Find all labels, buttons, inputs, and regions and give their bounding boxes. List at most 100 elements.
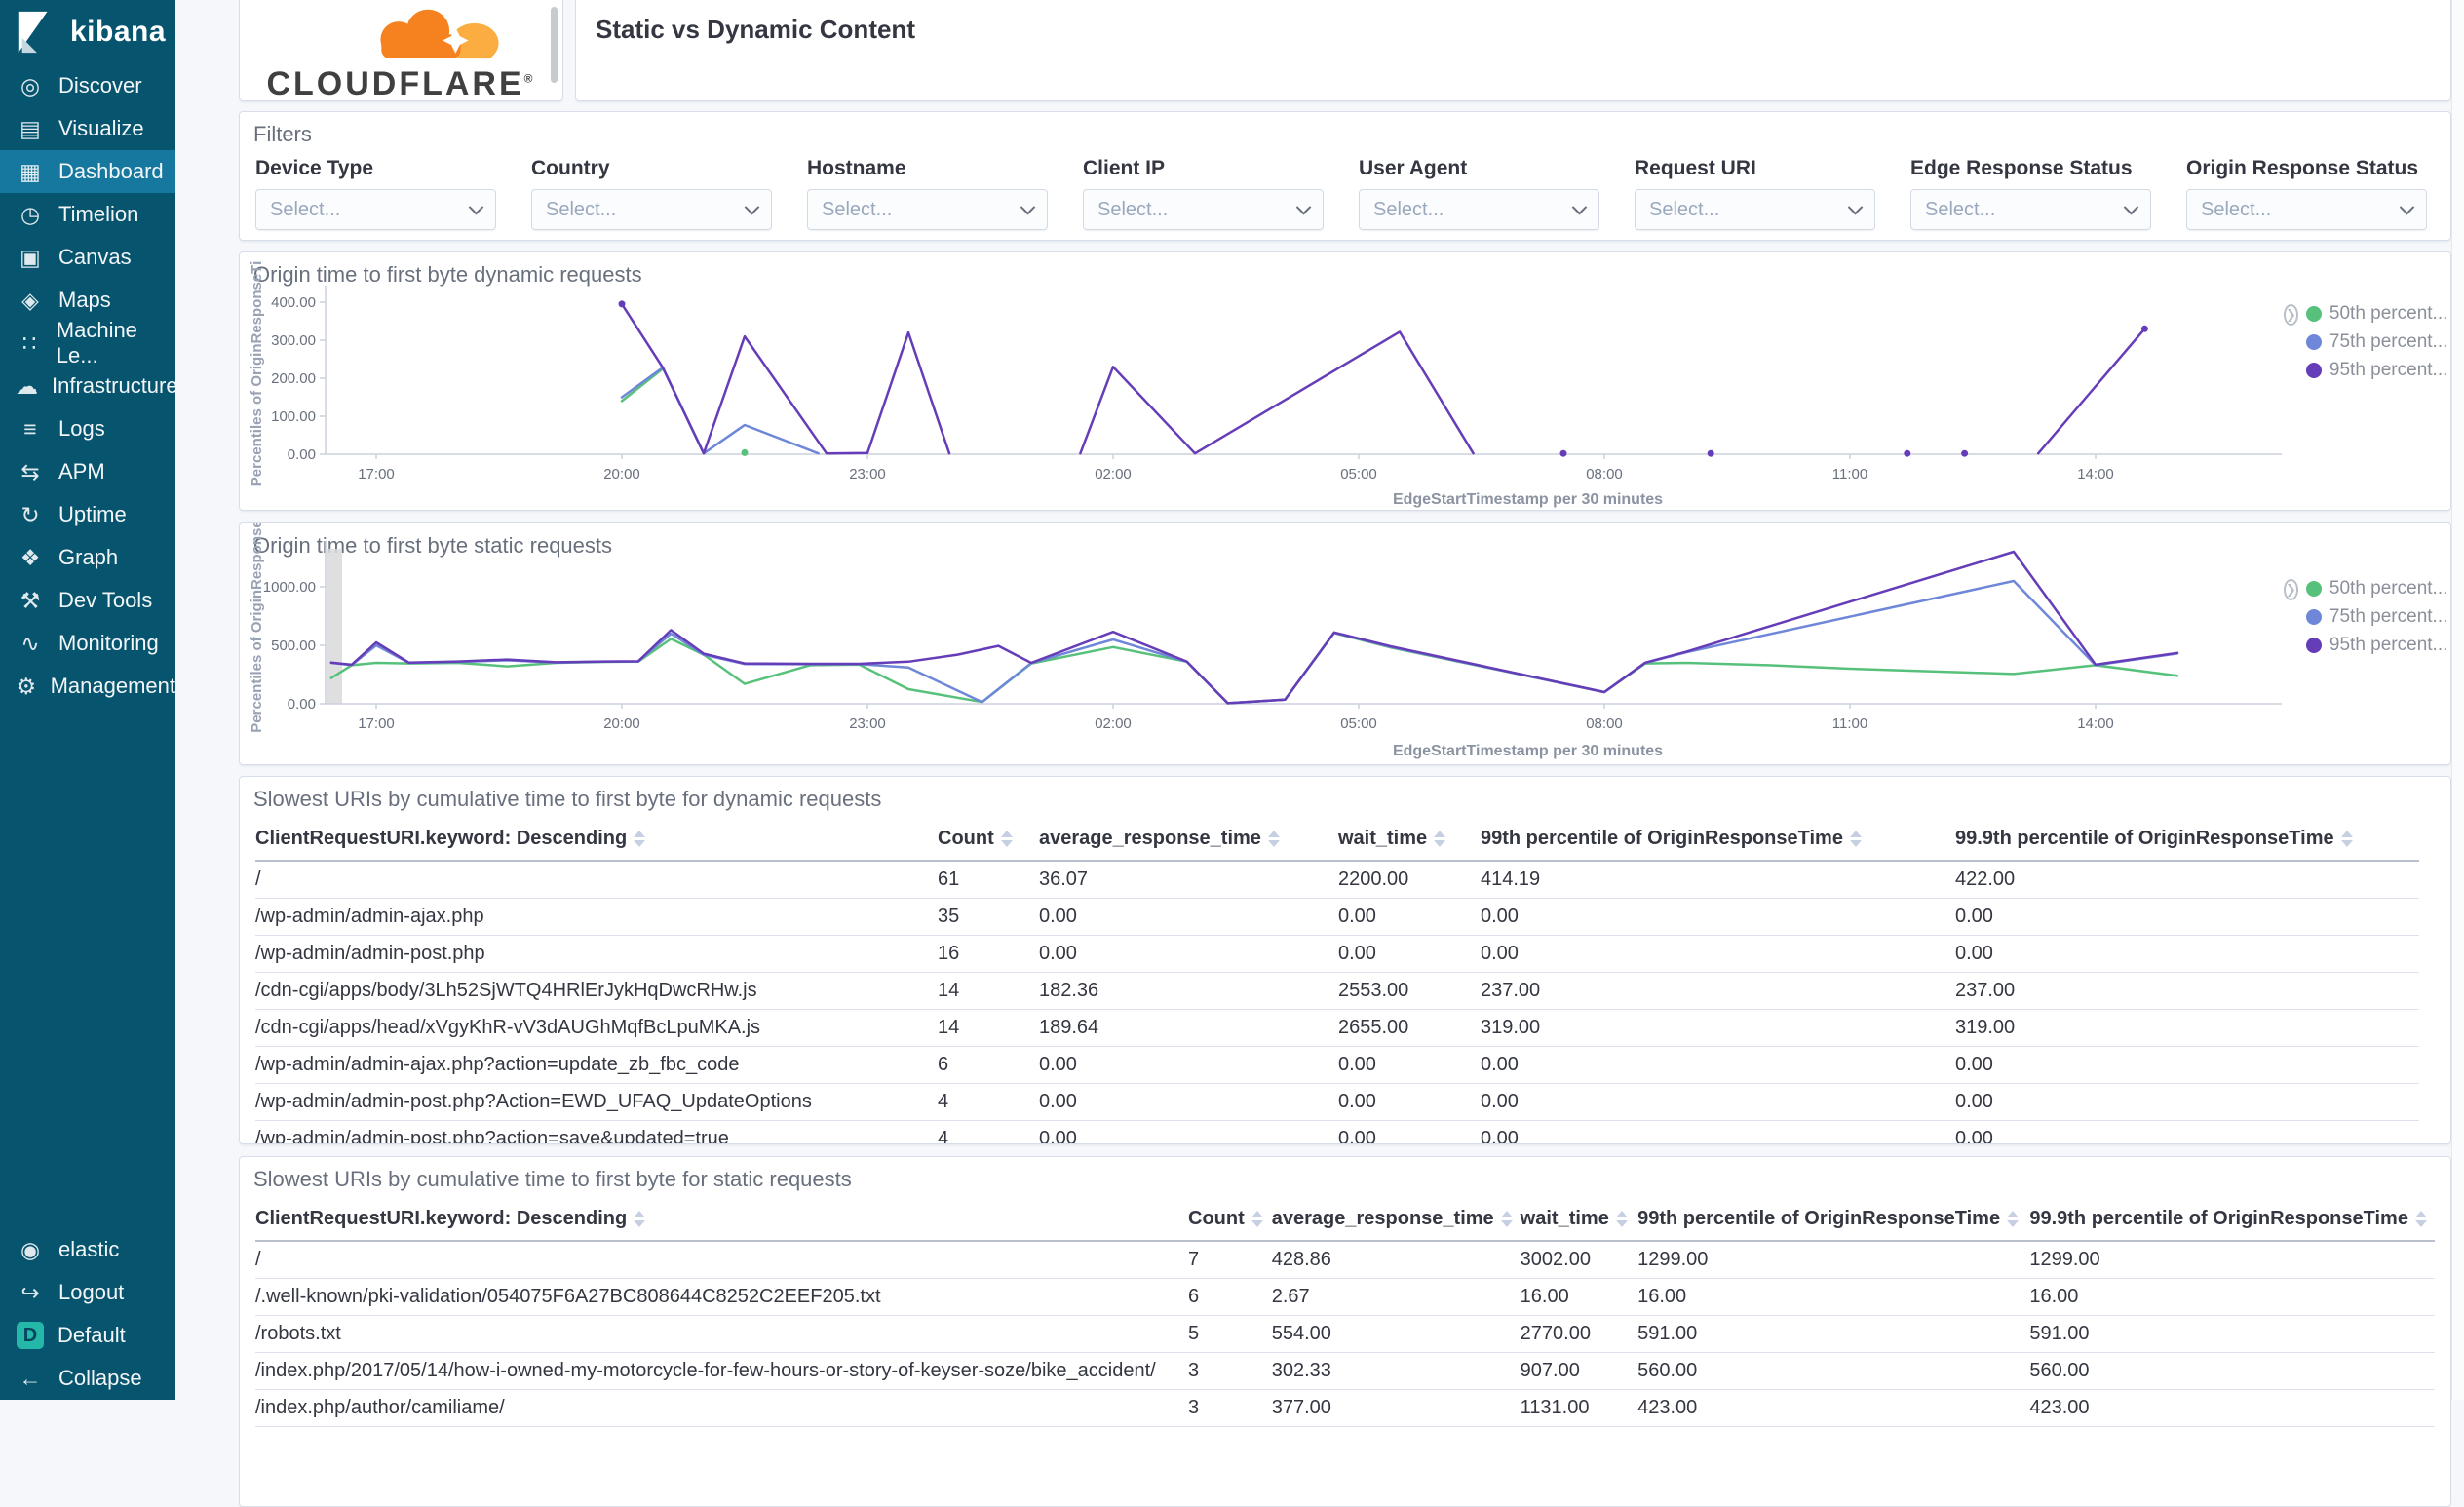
- sidebar-item-label: Collapse: [58, 1366, 142, 1390]
- value-cell: 319.00: [1955, 1009, 2419, 1047]
- legend-item[interactable]: 75th percent...: [2305, 606, 2448, 628]
- uri-cell: /cdn-cgi/apps/head/xVgyKhR-vV3dAUGhMqfBc…: [255, 1009, 938, 1047]
- legend-items: 50th percent... 75th percent... 95th perce…: [2305, 303, 2447, 388]
- svg-text:05:00: 05:00: [1340, 466, 1377, 483]
- column-header-sortable[interactable]: average_response_time: [1039, 818, 1338, 862]
- sidebar: kibana ◎ Discover ▤ Visualize ▦ Dashboard ◷ Tim…: [0, 0, 178, 1400]
- legend-item[interactable]: 95th percent...: [2305, 635, 2447, 656]
- sort-icon: [1000, 831, 1013, 848]
- sidebar-item-label: Uptime: [58, 502, 127, 526]
- table-row: /index.php/2017/05/14/how-i-owned-my-mot…: [255, 1352, 2435, 1390]
- svg-text:500.00: 500.00: [271, 638, 316, 654]
- svg-text:200.00: 200.00: [271, 370, 316, 387]
- value-cell: 4: [938, 1083, 1039, 1121]
- chart-legend: ❯ 50th percent... 75th percent... 95th perc…: [2284, 303, 2447, 388]
- column-header-sortable[interactable]: 99th percentile of OriginResponseTime: [1637, 1198, 2030, 1242]
- column-header-sortable[interactable]: Count: [1188, 1198, 1272, 1242]
- legend-item[interactable]: 95th percent...: [2305, 360, 2447, 381]
- column-header-sortable[interactable]: Count: [938, 818, 1039, 862]
- uri-cell: /.well-known/pki-validation/054075F6A27B…: [255, 1278, 1188, 1316]
- filter-select[interactable]: Select...: [807, 189, 1048, 230]
- value-cell: 422.00: [1955, 861, 2419, 899]
- legend-item[interactable]: 50th percent...: [2305, 303, 2447, 325]
- sidebar-item-apm[interactable]: ⇆ APM: [0, 450, 175, 493]
- sidebar-footer-logout[interactable]: ↪ Logout: [0, 1271, 175, 1314]
- sidebar-item-dashboard[interactable]: ▦ Dashboard: [0, 150, 175, 193]
- value-cell: 0.00: [1481, 1046, 1955, 1084]
- value-cell: 16: [938, 935, 1039, 973]
- column-header-label: 99th percentile of OriginResponseTime: [1481, 828, 1843, 849]
- value-cell: 560.00: [1637, 1352, 2030, 1390]
- legend-label: 75th percent...: [2329, 606, 2448, 627]
- value-cell: 0.00: [1039, 1083, 1338, 1121]
- filter-select[interactable]: Select...: [1910, 189, 2151, 230]
- value-cell: 1131.00: [1520, 1389, 1638, 1427]
- sidebar-item-canvas[interactable]: ▣ Canvas: [0, 236, 175, 279]
- value-cell: 2655.00: [1338, 1009, 1481, 1047]
- value-cell: 428.86: [1271, 1241, 1521, 1279]
- legend-item[interactable]: 50th percent...: [2305, 578, 2447, 599]
- uri-cell: /: [255, 861, 938, 899]
- column-header-label: average_response_time: [1271, 1208, 1494, 1229]
- kibana-logo[interactable]: kibana: [0, 0, 175, 64]
- filter-select[interactable]: Select...: [531, 189, 772, 230]
- column-header-sortable[interactable]: ClientRequestURI.keyword: Descending: [255, 1198, 1188, 1242]
- sidebar-nav: ◎ Discover ▤ Visualize ▦ Dashboard ◷ Timelion ▣ C…: [0, 64, 178, 708]
- filter-select[interactable]: Select...: [1083, 189, 1324, 230]
- value-cell: 591.00: [2029, 1315, 2435, 1353]
- logout-icon: ↪: [20, 1279, 40, 1305]
- value-cell: 16.00: [1520, 1278, 1638, 1316]
- sidebar-item-infrastructure[interactable]: ☁ Infrastructure: [0, 365, 178, 407]
- legend-item[interactable]: 75th percent...: [2305, 331, 2447, 353]
- value-cell: 0.00: [1338, 1120, 1481, 1143]
- sidebar-item-uptime[interactable]: ↻ Uptime: [0, 493, 175, 536]
- filter-select[interactable]: Select...: [1359, 189, 1599, 230]
- sidebar-item-maps[interactable]: ◈ Maps: [0, 279, 175, 322]
- value-cell: 16.00: [1637, 1278, 2030, 1316]
- sidebar-footer-collapse[interactable]: ← Collapse: [0, 1357, 175, 1400]
- sidebar-footer-space-default[interactable]: D Default: [0, 1314, 175, 1357]
- sidebar-item-visualize[interactable]: ▤ Visualize: [0, 107, 175, 150]
- sidebar-item-label: Management: [50, 674, 175, 698]
- chart-panel-dynamic-ttfb: Origin time to first byte dynamic reques…: [239, 251, 2451, 511]
- column-header-sortable[interactable]: 99.9th percentile of OriginResponseTime: [2029, 1198, 2435, 1242]
- registered-mark: ®: [523, 71, 536, 86]
- legend-items: 50th percent... 75th percent... 95th perce…: [2305, 578, 2448, 663]
- sidebar-item-label: Dashboard: [58, 159, 164, 183]
- filter-select[interactable]: Select...: [2186, 189, 2427, 230]
- value-cell: 0.00: [1338, 898, 1481, 936]
- sort-icon: [634, 831, 646, 848]
- panel-scrollbar[interactable]: [551, 7, 558, 83]
- legend-toggle-icon[interactable]: ❯: [2284, 579, 2298, 600]
- kibana-brand-text: kibana: [70, 16, 167, 48]
- sidebar-item-management[interactable]: ⚙ Management: [0, 665, 175, 708]
- sidebar-item-logs[interactable]: ≡ Logs: [0, 407, 175, 450]
- column-header-sortable[interactable]: 99.9th percentile of OriginResponseTime: [1955, 818, 2419, 862]
- column-header-sortable[interactable]: ClientRequestURI.keyword: Descending: [255, 818, 938, 862]
- svg-text:02:00: 02:00: [1095, 715, 1132, 732]
- sidebar-item-graph[interactable]: ❖ Graph: [0, 536, 175, 579]
- sidebar-item-label: Logout: [58, 1280, 125, 1304]
- svg-text:20:00: 20:00: [603, 466, 640, 483]
- filter-hostname: Hostname Select...: [807, 157, 1048, 230]
- svg-text:14:00: 14:00: [2077, 466, 2114, 483]
- value-cell: 423.00: [2029, 1389, 2435, 1427]
- column-header-sortable[interactable]: wait_time: [1520, 1198, 1638, 1242]
- sidebar-item-machine-learning[interactable]: ∷ Machine Le...: [0, 318, 175, 367]
- filter-select[interactable]: Select...: [255, 189, 496, 230]
- sidebar-item-monitoring[interactable]: ∿ Monitoring: [0, 622, 175, 665]
- sidebar-item-discover[interactable]: ◎ Discover: [0, 64, 175, 107]
- window-scrollbar[interactable]: [2451, 0, 2464, 1400]
- sort-icon: [634, 1211, 646, 1228]
- filter-select[interactable]: Select...: [1635, 189, 1875, 230]
- wrench-icon: ⚒: [19, 587, 41, 613]
- legend-toggle-icon[interactable]: ❯: [2284, 304, 2298, 326]
- dashboard-title-panel: Static vs Dynamic Content: [575, 0, 2451, 101]
- sidebar-item-dev-tools[interactable]: ⚒ Dev Tools: [0, 579, 175, 622]
- sidebar-item-timelion[interactable]: ◷ Timelion: [0, 193, 175, 236]
- column-header-sortable[interactable]: wait_time: [1338, 818, 1481, 862]
- column-header-sortable[interactable]: average_response_time: [1271, 1198, 1521, 1242]
- value-cell: 237.00: [1955, 972, 2419, 1010]
- sidebar-footer-user[interactable]: ◉ elastic: [0, 1228, 175, 1271]
- column-header-sortable[interactable]: 99th percentile of OriginResponseTime: [1481, 818, 1955, 862]
